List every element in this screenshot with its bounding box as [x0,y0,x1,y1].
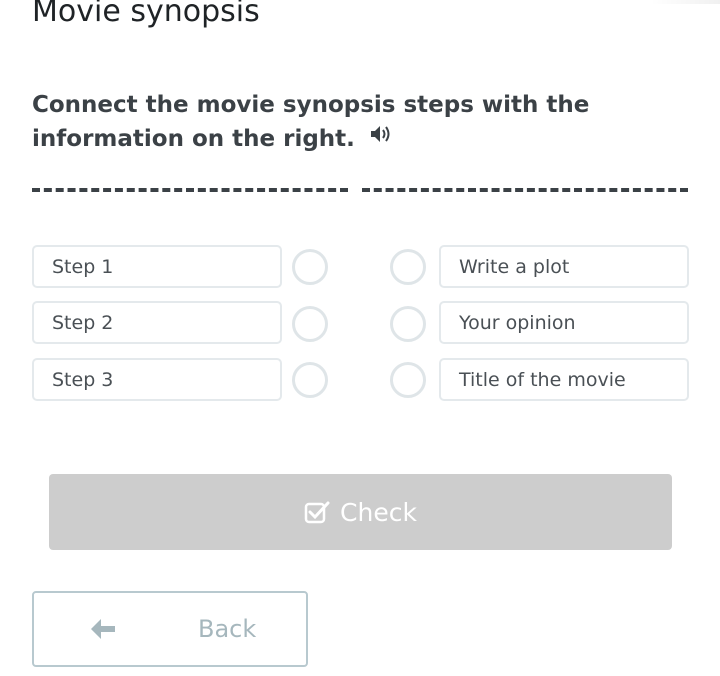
left-item-step-1[interactable]: Step 1 [32,245,282,288]
left-item-step-3[interactable]: Step 3 [32,358,282,401]
right-item-label: Your opinion [459,311,576,334]
right-item-your-opinion[interactable]: Your opinion [439,301,689,344]
left-connector-dot-3[interactable] [292,362,328,398]
right-connector-dot-2[interactable] [390,306,426,342]
header-shadow [650,0,720,4]
right-connector-dot-1[interactable] [390,249,426,285]
check-button-label: Check [340,497,417,527]
left-connector-dot-1[interactable] [292,249,328,285]
left-item-step-2[interactable]: Step 2 [32,301,282,344]
right-item-label: Write a plot [459,255,570,278]
instruction-label: Connect the movie synopsis steps with th… [32,92,590,152]
instruction-text: Connect the movie synopsis steps with th… [32,88,652,157]
left-item-label: Step 3 [52,368,114,391]
dashed-separator-right [362,188,688,192]
right-item-title-of-the-movie[interactable]: Title of the movie [439,358,689,401]
right-connector-dot-3[interactable] [390,362,426,398]
dashed-separator-left [32,188,348,192]
left-connector-dot-2[interactable] [292,306,328,342]
left-item-label: Step 2 [52,311,114,334]
right-item-write-a-plot[interactable]: Write a plot [439,245,689,288]
right-item-label: Title of the movie [459,368,626,391]
page-title: Movie synopsis [32,0,260,29]
back-button-label: Back [198,615,257,643]
checkbox-check-icon [304,501,330,524]
speaker-icon[interactable] [369,120,393,154]
check-button[interactable]: Check [49,474,672,550]
back-button[interactable]: Back [32,591,308,667]
left-item-label: Step 1 [52,255,114,278]
arrow-left-icon [89,617,117,647]
